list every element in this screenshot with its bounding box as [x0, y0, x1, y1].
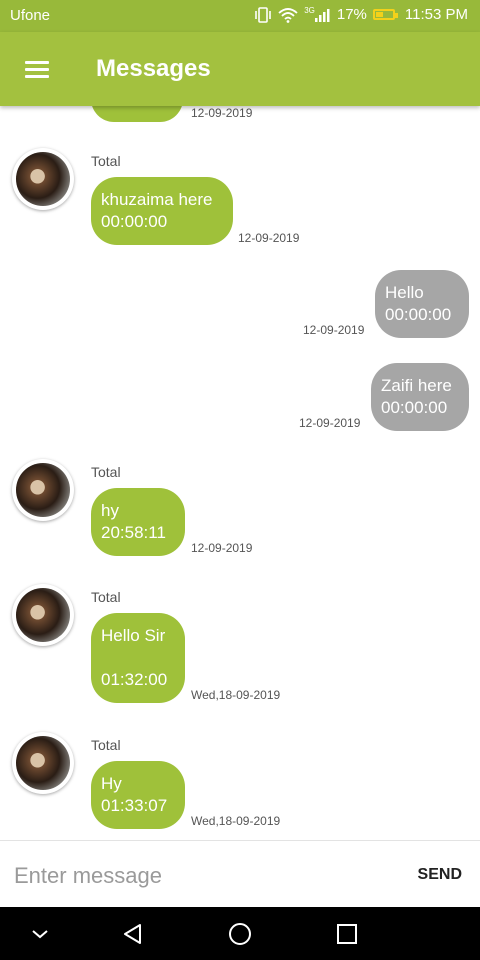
message-time: 12-09-2019 [191, 541, 253, 555]
message-bubble[interactable]: Hy 01:33:07 [91, 761, 185, 829]
status-icons: 3G 17% 11:53 PM [254, 6, 468, 23]
carrier-name: Ufone [10, 7, 51, 24]
sender-name: Total [91, 153, 121, 169]
message-time: Wed,18-09-2019 [191, 814, 281, 828]
message-text: Hello Sir [101, 626, 166, 645]
wifi-icon [278, 7, 298, 23]
message-text: Zaifi here [381, 376, 452, 395]
network-type: 3G [304, 6, 315, 15]
recent-apps-icon[interactable] [334, 921, 360, 947]
message-composer: SEND [0, 840, 480, 908]
message-bubble[interactable]: Hello 00:00:00 [375, 270, 469, 338]
back-icon[interactable] [120, 921, 146, 947]
message-text: hy [101, 501, 119, 520]
message-bubble[interactable]: khuzaima here 00:00:00 [91, 177, 233, 245]
signal-icon [314, 8, 330, 22]
clock: 11:53 PM [404, 6, 468, 23]
message-time: 12-09-2019 [299, 416, 361, 430]
sender-name: Total [91, 737, 121, 753]
message-bubble[interactable]: hy 20:58:11 [91, 488, 185, 556]
vibrate-icon [255, 6, 272, 23]
avatar[interactable] [12, 459, 74, 521]
message-input[interactable] [12, 855, 386, 897]
message-timestamp: 01:32:00 [101, 670, 168, 689]
home-icon[interactable] [227, 921, 253, 947]
message-text-spacer [101, 647, 175, 669]
message-bubble[interactable]: Zaifi here 00:00:00 [371, 363, 469, 431]
page-title: Messages [96, 55, 211, 82]
message-timestamp: 00:00:00 [101, 212, 168, 231]
message-list[interactable]: 12-09-2019 Total khuzaima here 00:00:00 … [0, 106, 480, 840]
chevron-down-icon[interactable] [27, 921, 53, 947]
message-bubble[interactable]: Hello Sir 01:32:00 [91, 613, 185, 703]
app-bar: Messages [0, 32, 480, 106]
hamburger-menu-icon[interactable] [25, 61, 49, 79]
message-text: khuzaima here [101, 190, 213, 209]
send-button[interactable]: SEND [418, 866, 462, 884]
battery-percent: 17% [336, 6, 367, 23]
message-time: Wed,18-09-2019 [191, 688, 281, 702]
message-timestamp: 01:33:07 [101, 796, 168, 815]
message-timestamp: 00:00:00 [385, 305, 452, 324]
message-time: 12-09-2019 [303, 323, 365, 337]
message-text: Hello [385, 283, 424, 302]
message-bubble[interactable] [91, 106, 183, 122]
message-timestamp: 20:58:11 [101, 523, 166, 542]
message-time: 12-09-2019 [191, 106, 253, 120]
system-nav-bar [0, 907, 480, 960]
avatar[interactable] [12, 584, 74, 646]
sender-name: Total [91, 464, 121, 480]
avatar[interactable] [12, 732, 74, 794]
message-text: Hy [101, 774, 122, 793]
status-bar: Ufone 3G 17% 11:53 PM [0, 0, 480, 32]
battery-icon [372, 9, 398, 20]
sender-name: Total [91, 589, 121, 605]
message-timestamp: 00:00:00 [381, 398, 448, 417]
avatar[interactable] [12, 148, 74, 210]
message-time: 12-09-2019 [238, 231, 300, 245]
